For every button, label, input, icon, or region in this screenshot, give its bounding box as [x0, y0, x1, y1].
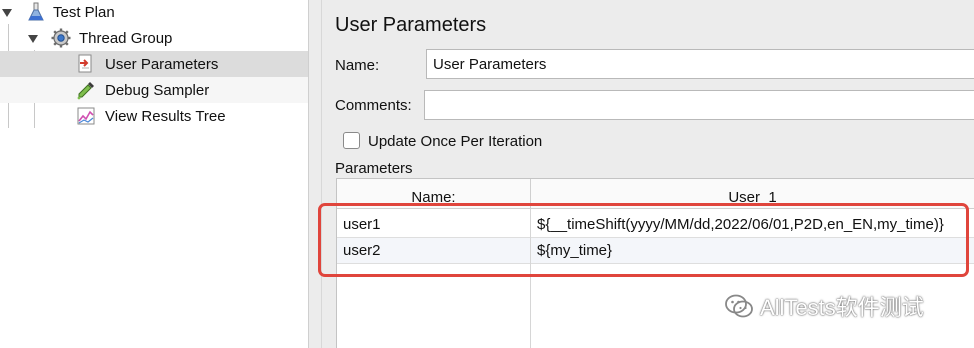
tree-item-label: Debug Sampler: [105, 82, 210, 99]
tree-item-label: User Parameters: [105, 56, 219, 73]
column-header-user-1[interactable]: User_1: [531, 179, 974, 209]
name-field[interactable]: [426, 49, 974, 79]
name-label: Name:: [335, 57, 380, 74]
comments-field[interactable]: [424, 90, 974, 120]
expand-arrow-icon[interactable]: [2, 9, 12, 17]
tree-item-label: Thread Group: [79, 30, 173, 47]
table-row[interactable]: user2 ${my_time}: [337, 238, 974, 264]
wechat-icon: [725, 294, 753, 318]
tree-item-label: View Results Tree: [105, 108, 226, 125]
flask-icon: [28, 2, 44, 21]
update-once-label[interactable]: Update Once Per Iteration: [368, 133, 542, 150]
results-tree-icon: [77, 107, 95, 125]
watermark: AllTests软件测试: [724, 290, 924, 322]
parameters-table: Name: User_1 user1 ${__timeShift(yyyy/MM…: [336, 178, 974, 348]
update-once-checkbox[interactable]: [343, 132, 360, 149]
table-cell-name[interactable]: user2: [337, 238, 530, 264]
tree-item-view-results-tree[interactable]: View Results Tree: [0, 103, 308, 129]
tree-item-debug-sampler[interactable]: Debug Sampler: [0, 77, 308, 103]
tree-item-test-plan[interactable]: Test Plan: [0, 0, 308, 25]
table-cell-value[interactable]: ${__timeShift(yyyy/MM/dd,2022/06/01,P2D,…: [531, 212, 974, 238]
comments-label: Comments:: [335, 97, 412, 114]
user-parameters-icon: [78, 54, 92, 73]
tree-item-user-parameters[interactable]: User Parameters: [0, 51, 308, 77]
dropper-icon: [77, 82, 94, 100]
test-plan-tree: Test Plan Thread Group User Parameters D…: [0, 0, 308, 348]
page-title: User Parameters: [335, 14, 487, 36]
watermark-text: AllTests软件测试: [760, 295, 924, 320]
gear-icon: [51, 28, 71, 48]
table-row[interactable]: user1 ${__timeShift(yyyy/MM/dd,2022/06/0…: [337, 212, 974, 238]
table-cell-name[interactable]: user1: [337, 212, 530, 238]
tree-item-label: Test Plan: [53, 4, 115, 21]
column-header-name[interactable]: Name:: [337, 179, 531, 209]
tree-item-thread-group[interactable]: Thread Group: [0, 26, 308, 51]
table-cell-value[interactable]: ${my_time}: [531, 238, 974, 264]
panel-splitter[interactable]: [308, 0, 322, 348]
column-divider: [530, 209, 531, 348]
parameters-label: Parameters: [335, 160, 413, 177]
expand-arrow-icon[interactable]: [28, 35, 38, 43]
